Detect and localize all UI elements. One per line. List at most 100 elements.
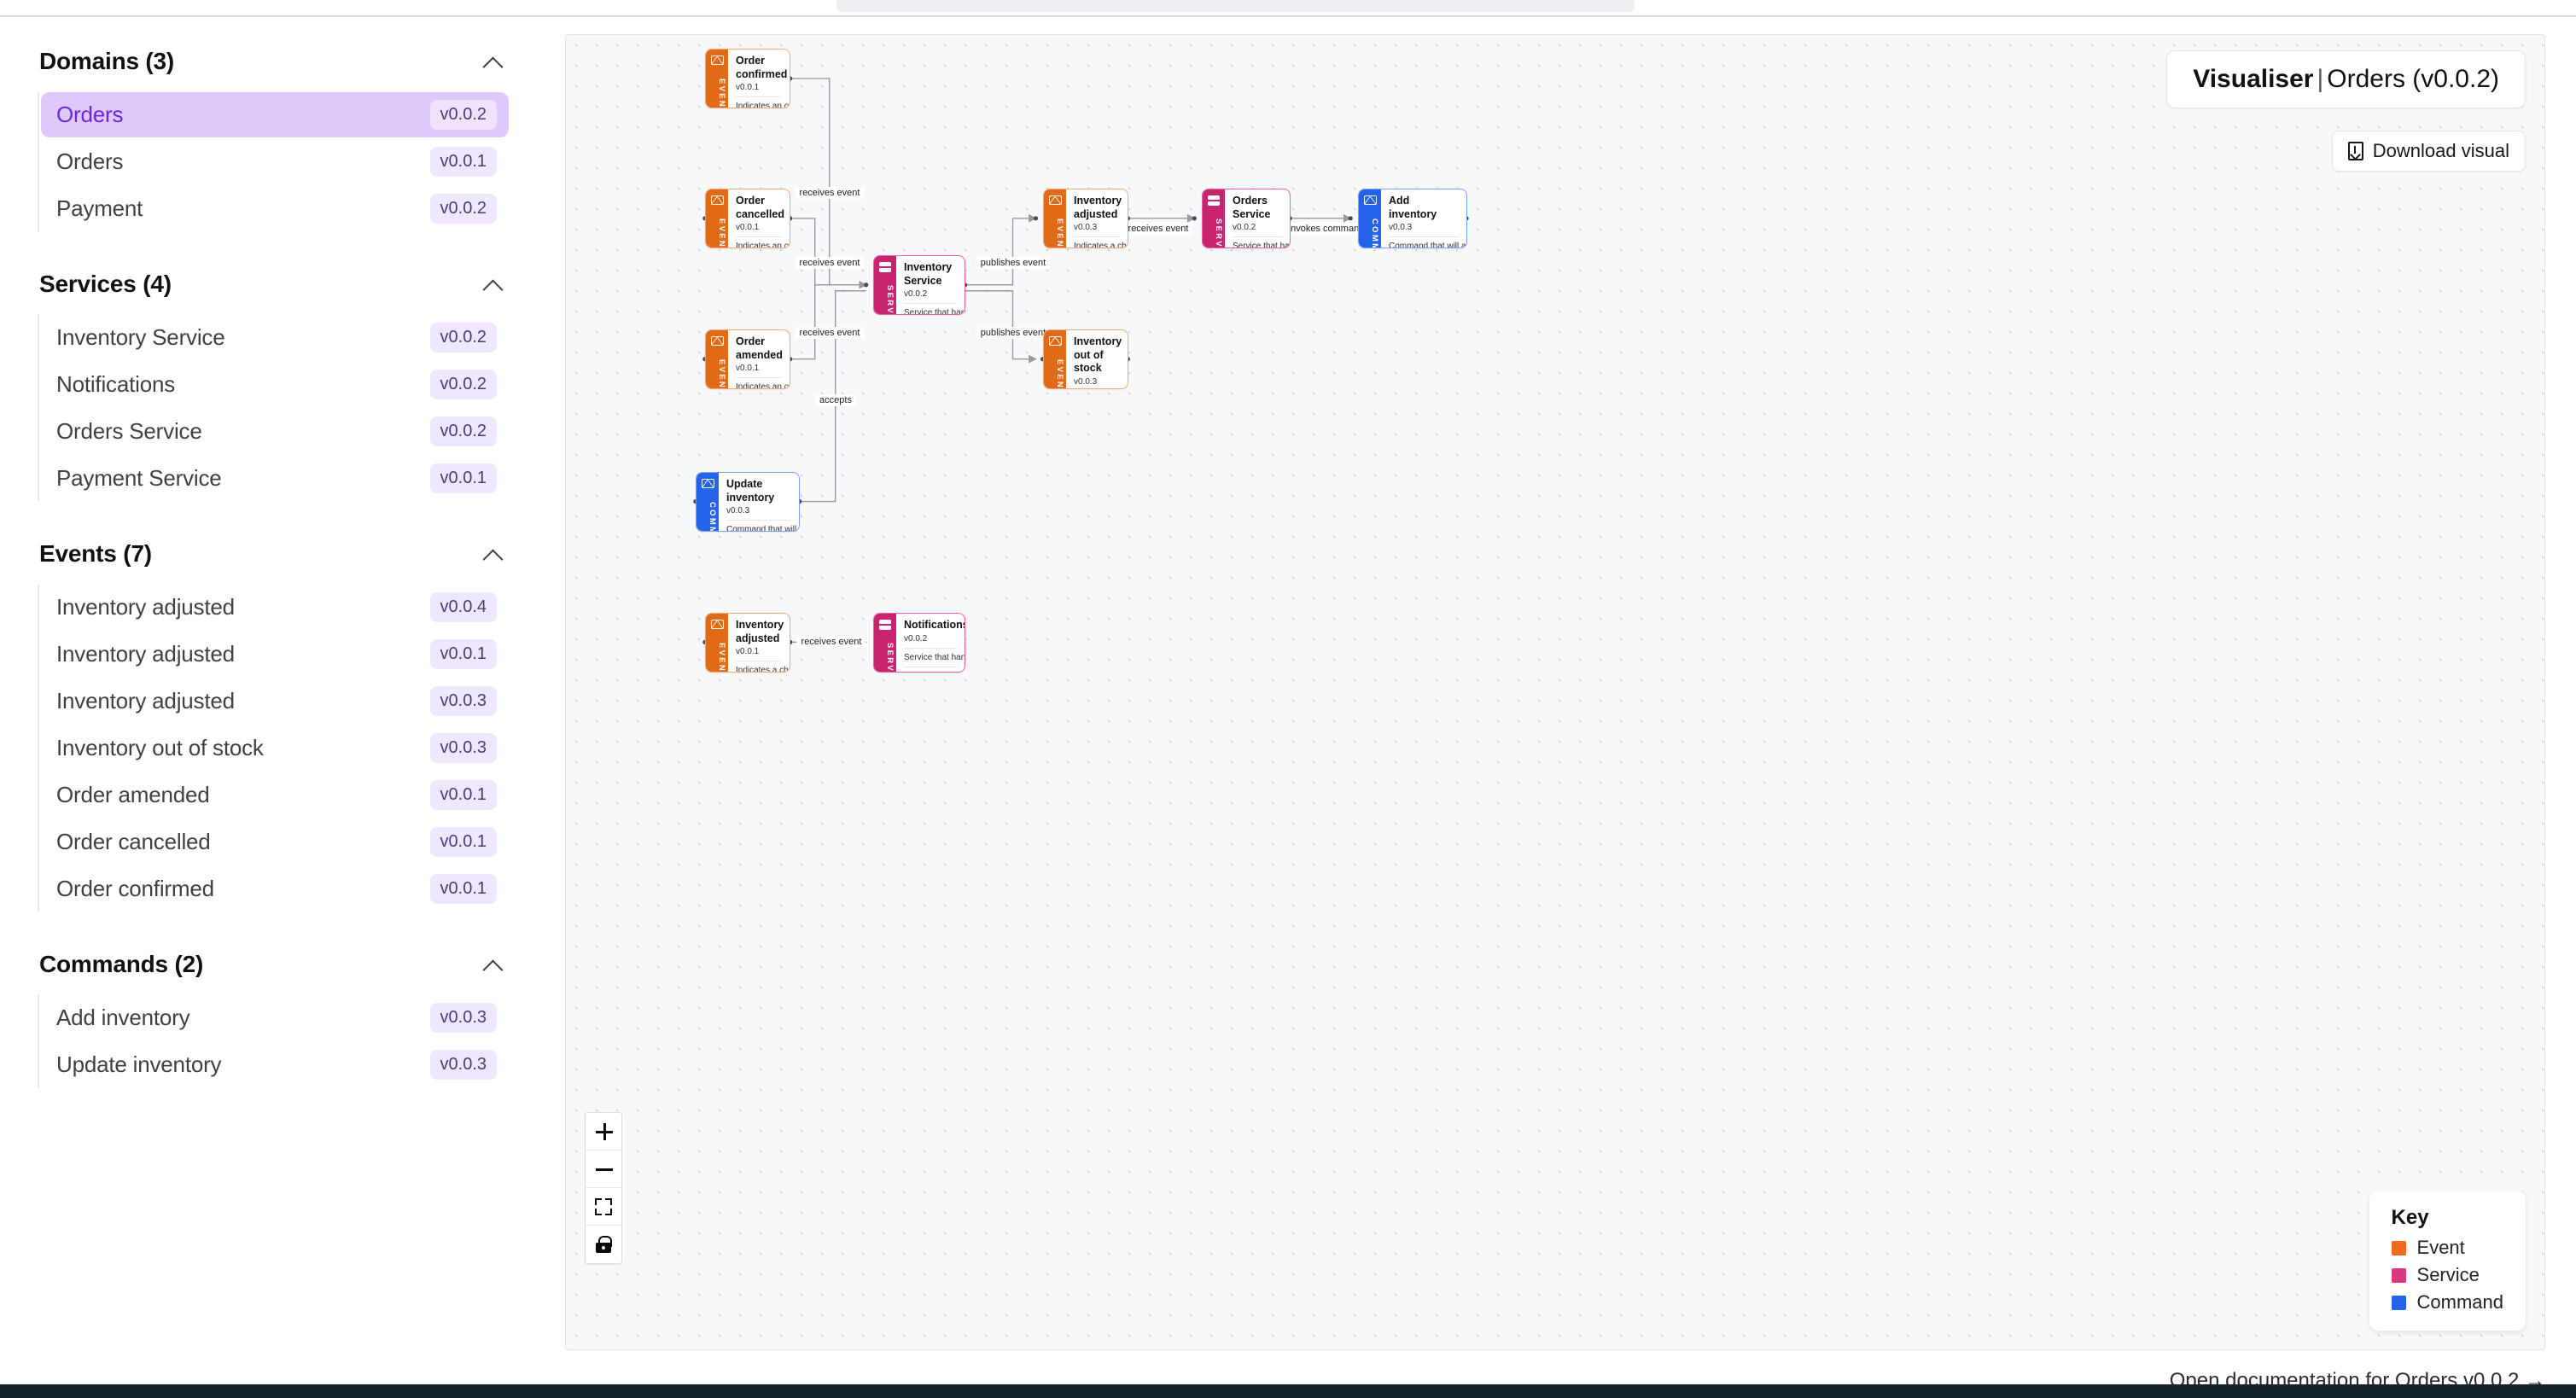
sidebar-item-add-inventory[interactable]: Add inventory v0.0.3 bbox=[41, 995, 509, 1040]
envelope-icon bbox=[710, 620, 724, 629]
sidebar-item-order-confirmed[interactable]: Order confirmed v0.0.1 bbox=[41, 866, 509, 912]
node-type-label: COMMAND bbox=[1370, 218, 1379, 248]
version-badge: v0.0.4 bbox=[429, 592, 497, 622]
chevron-up-icon[interactable] bbox=[483, 958, 505, 971]
fit-view-button[interactable] bbox=[586, 1188, 621, 1226]
version-badge: v0.0.2 bbox=[429, 370, 497, 399]
sidebar-items-domains: Orders v0.0.2 Orders v0.0.1 Payment v0.0… bbox=[38, 92, 509, 231]
node-rail: COMMAND bbox=[1359, 189, 1381, 248]
sidebar-item-orders-v002[interactable]: Orders v0.0.2 bbox=[41, 92, 509, 137]
sidebar-item-payment-service[interactable]: Payment Service v0.0.1 bbox=[41, 456, 509, 501]
legend-swatch-service bbox=[2391, 1267, 2406, 1283]
lock-button[interactable] bbox=[586, 1226, 621, 1263]
legend-label-service: Service bbox=[2416, 1264, 2480, 1285]
node-rail: EVENT bbox=[1044, 189, 1066, 248]
node-stats: Receives messages: 1 Publishes messages:… bbox=[904, 672, 965, 673]
node-stat-left: Receives messages: 1 bbox=[904, 672, 965, 673]
sidebar-item-label: Order cancelled bbox=[56, 829, 211, 854]
node-rail: EVENT bbox=[1044, 330, 1066, 388]
graph-node-update-inventory[interactable]: COMMAND Update inventory v0.0.3 Command … bbox=[696, 472, 800, 532]
divider bbox=[1389, 236, 1459, 238]
sidebar-item-payment[interactable]: Payment v0.0.2 bbox=[41, 186, 509, 231]
divider bbox=[904, 647, 957, 649]
node-version: v0.0.1 bbox=[736, 223, 760, 233]
server-icon bbox=[1208, 195, 1220, 206]
node-version: v0.0.3 bbox=[726, 506, 750, 516]
node-rail: EVENT bbox=[706, 614, 728, 672]
sidebar-item-label: Orders Service bbox=[56, 418, 202, 444]
graph-node-order-amended[interactable]: EVENT Order amended v0.0.1 Indicates an … bbox=[705, 329, 790, 389]
sidebar-item-label: Notifications bbox=[56, 371, 176, 397]
section-title-events: Events (7) bbox=[39, 540, 152, 567]
section-header-events[interactable]: Events (7) bbox=[38, 535, 509, 573]
legend-row-command: Command bbox=[2391, 1291, 2503, 1314]
sidebar-item-update-inventory[interactable]: Update inventory v0.0.3 bbox=[41, 1042, 509, 1087]
node-title: Inventory adjusted bbox=[736, 619, 784, 644]
node-title: Orders Service bbox=[1233, 195, 1271, 220]
node-title: Inventory out of stock bbox=[1074, 335, 1122, 375]
version-badge: v0.0.2 bbox=[429, 323, 497, 352]
node-rail: EVENT bbox=[706, 50, 728, 108]
graph-node-notifications[interactable]: SERVICE Notifications v0.0.2 Service tha… bbox=[873, 613, 965, 673]
version-badge: v0.0.3 bbox=[429, 733, 497, 763]
node-version: v0.0.3 bbox=[1074, 376, 1098, 387]
node-body: Order cancelled v0.0.1 Indicates an orde… bbox=[728, 189, 790, 248]
graph-node-inventory-adjusted-v003[interactable]: EVENT Inventory adjusted v0.0.3 Indicate… bbox=[1043, 189, 1128, 248]
chevron-up-icon[interactable] bbox=[483, 55, 505, 68]
node-version: v0.0.2 bbox=[904, 289, 928, 300]
sidebar-item-notifications[interactable]: Notifications v0.0.2 bbox=[41, 362, 509, 407]
node-title: Update inventory bbox=[726, 478, 775, 504]
zoom-in-button[interactable] bbox=[586, 1113, 621, 1150]
node-type-label: EVENT bbox=[717, 359, 726, 389]
zoom-out-button[interactable] bbox=[586, 1150, 621, 1188]
node-body: Add inventory v0.0.3 Command that will a… bbox=[1381, 189, 1466, 248]
sidebar-item-order-cancelled[interactable]: Order cancelled v0.0.1 bbox=[41, 819, 509, 865]
graph-node-add-inventory[interactable]: COMMAND Add inventory v0.0.3 Command tha… bbox=[1358, 189, 1467, 248]
chevron-up-icon[interactable] bbox=[483, 547, 505, 561]
section-header-domains[interactable]: Domains (3) bbox=[38, 43, 509, 80]
legend-label-event: Event bbox=[2416, 1237, 2465, 1258]
node-type-label: SERVICE bbox=[885, 285, 895, 315]
catalog-sidebar[interactable]: Domains (3) Orders v0.0.2 Orders v0.0.1 … bbox=[0, 17, 546, 1398]
node-type-label: EVENT bbox=[1055, 218, 1064, 248]
node-description: Indicates a change in inventory level bbox=[1074, 242, 1128, 248]
sidebar-item-inventory-adjusted-v001[interactable]: Inventory adjusted v0.0.1 bbox=[41, 632, 509, 677]
chevron-up-icon[interactable] bbox=[483, 277, 505, 291]
node-rail: SERVICE bbox=[874, 256, 896, 314]
graph-node-order-cancelled[interactable]: EVENT Order cancelled v0.0.1 Indicates a… bbox=[705, 189, 790, 248]
envelope-icon bbox=[701, 479, 714, 488]
graph-node-order-confirmed[interactable]: EVENT Order confirmed v0.0.1 Indicates a… bbox=[705, 49, 790, 108]
section-header-commands[interactable]: Commands (2) bbox=[38, 946, 509, 983]
version-badge: v0.0.1 bbox=[429, 147, 497, 177]
sidebar-item-orders-v001[interactable]: Orders v0.0.1 bbox=[41, 139, 509, 184]
node-title: Add inventory bbox=[1389, 195, 1437, 220]
sidebar-item-inventory-service[interactable]: Inventory Service v0.0.2 bbox=[41, 315, 509, 360]
node-version: v0.0.1 bbox=[736, 83, 760, 93]
sidebar-item-inventory-adjusted-v003[interactable]: Inventory adjusted v0.0.3 bbox=[41, 679, 509, 724]
node-version: v0.0.2 bbox=[904, 633, 928, 644]
sidebar-item-orders-service[interactable]: Orders Service v0.0.2 bbox=[41, 409, 509, 454]
divider bbox=[726, 520, 791, 521]
node-body: Inventory out of stock v0.0.3 Indicates … bbox=[1066, 330, 1128, 388]
node-type-label: EVENT bbox=[717, 218, 726, 248]
sidebar-item-label: Inventory Service bbox=[56, 324, 225, 350]
node-title: Inventory adjusted bbox=[1074, 195, 1122, 220]
graph-node-inventory-adjusted-v001[interactable]: EVENT Inventory adjusted v0.0.1 Indicate… bbox=[705, 613, 790, 673]
sidebar-item-order-amended[interactable]: Order amended v0.0.1 bbox=[41, 772, 509, 818]
node-rail: SERVICE bbox=[874, 614, 896, 672]
node-title: Order amended bbox=[736, 335, 783, 361]
section-header-services[interactable]: Services (4) bbox=[38, 265, 509, 303]
graph-node-inventory-service[interactable]: SERVICE Inventory Service v0.0.2 Service… bbox=[873, 255, 965, 315]
sidebar-item-inventory-adjusted-v004[interactable]: Inventory adjusted v0.0.4 bbox=[41, 585, 509, 630]
divider bbox=[736, 377, 782, 379]
legend-swatch-event bbox=[2391, 1240, 2406, 1255]
zoom-controls[interactable] bbox=[585, 1112, 622, 1264]
download-visual-button[interactable]: Download visual bbox=[2331, 131, 2526, 172]
sidebar-item-inventory-out-of-stock[interactable]: Inventory out of stock v0.0.3 bbox=[41, 725, 509, 771]
node-type-label: SERVICE bbox=[1214, 218, 1223, 248]
envelope-icon bbox=[1363, 195, 1377, 205]
node-body: Orders Service v0.0.2 Service that handl… bbox=[1225, 189, 1290, 248]
graph-node-orders-service[interactable]: SERVICE Orders Service v0.0.2 Service th… bbox=[1202, 189, 1291, 248]
visualiser-canvas[interactable]: receives event receives event receives e… bbox=[565, 34, 2545, 1350]
graph-node-inventory-out-of-stock[interactable]: EVENT Inventory out of stock v0.0.3 Indi… bbox=[1043, 329, 1128, 389]
